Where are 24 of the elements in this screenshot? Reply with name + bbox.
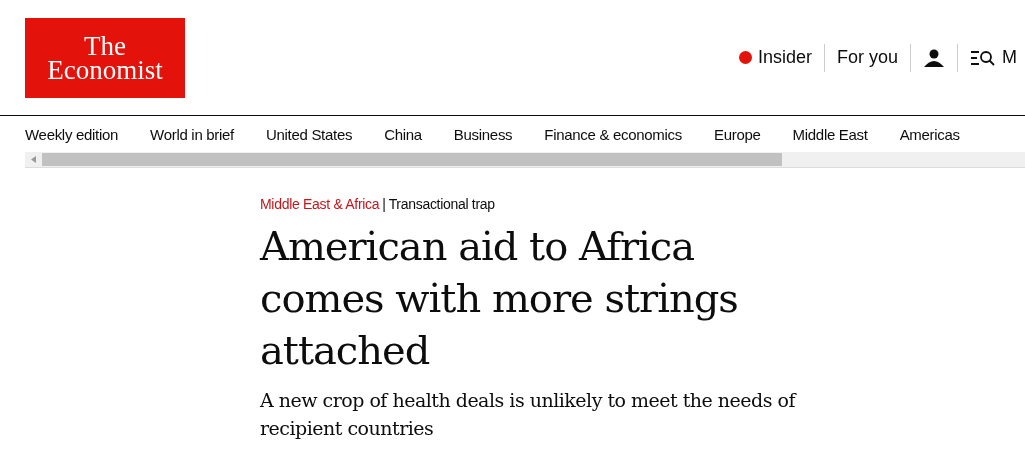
nav-link[interactable]: World in brief bbox=[150, 126, 234, 148]
nav-link[interactable]: Business bbox=[453, 126, 513, 148]
scroll-left-icon[interactable] bbox=[31, 156, 36, 163]
live-dot-icon bbox=[738, 51, 752, 64]
nav-link[interactable]: United States bbox=[265, 126, 353, 148]
nav-link[interactable]: Weekly edition bbox=[25, 126, 119, 148]
nav-link[interactable]: Europe bbox=[714, 126, 761, 148]
horizontal-scrollbar[interactable] bbox=[25, 152, 1025, 168]
separator: | bbox=[382, 196, 386, 212]
nav-link[interactable]: Finance & economics bbox=[544, 126, 682, 148]
insider-link[interactable]: Insider bbox=[726, 43, 825, 72]
menu-search-icon bbox=[970, 48, 996, 67]
menu-button[interactable]: M bbox=[958, 43, 1025, 72]
economist-logo[interactable]: The Economist bbox=[25, 17, 185, 98]
nav-link[interactable]: Americas bbox=[899, 126, 960, 148]
nav-link[interactable]: Middle East bbox=[792, 126, 868, 148]
scrollbar-thumb[interactable] bbox=[42, 153, 782, 166]
for-you-link[interactable]: For you bbox=[824, 43, 911, 72]
rubric: Transactional trap bbox=[388, 196, 495, 212]
nav-link[interactable]: China bbox=[384, 126, 422, 148]
standfirst: A new crop of health deals is unlikely to meet the needs of recipient countries bbox=[260, 388, 798, 441]
headline: American aid to Africa comes with more strings attached bbox=[260, 222, 739, 375]
account-icon[interactable] bbox=[923, 47, 945, 68]
section-link[interactable]: Middle East & Africa bbox=[260, 196, 380, 212]
